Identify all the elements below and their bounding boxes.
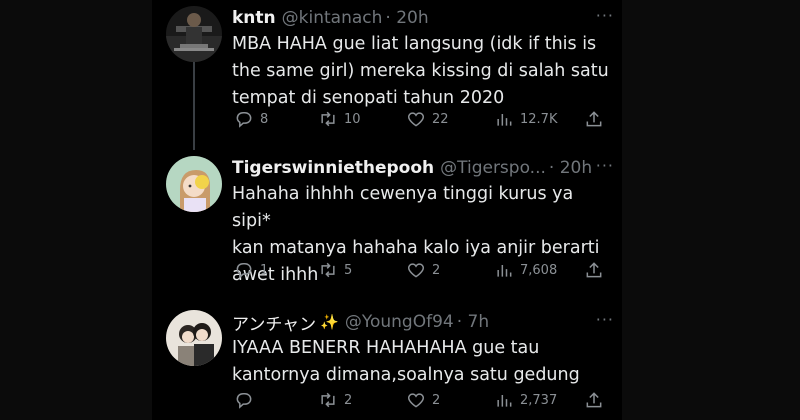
reply-count: 1 [260,262,269,278]
retweet-icon [321,392,335,408]
share-icon [586,262,602,278]
views-icon [497,265,512,277]
share-button[interactable] [584,390,610,410]
like-count: 2 [432,262,441,278]
more-options-icon[interactable]: ··· [596,156,614,175]
share-icon [586,392,602,408]
retweet-count: 10 [344,111,361,127]
reply-count: 8 [260,111,269,127]
reply-icon [236,112,252,128]
timestamp[interactable]: · 20h [385,8,428,28]
view-count: 7,608 [520,262,558,278]
tweet-youngof94[interactable]: アンチャン ✨ @YoungOf94 · 7h ··· IYAAA BENERR… [166,310,622,420]
tweet-text: IYAAA BENERR HAHAHAHA gue tau kantornya … [232,338,580,385]
heart-icon [407,112,425,127]
reply-button[interactable]: 8 [234,109,268,129]
more-options-icon[interactable]: ··· [596,310,614,329]
tweet-kntn[interactable]: kntn @kintanach · 20h ··· MBA HAHA gue l… [166,6,622,136]
share-button[interactable] [584,109,610,129]
avatar[interactable] [166,6,222,62]
reply-icon [236,393,252,409]
views-icon [497,114,512,126]
tweet-tigerswinniethepooh[interactable]: Tigerswinniethepooh @Tigerspo... · 20h ·… [166,156,622,290]
reply-button[interactable]: 1 [234,260,268,280]
retweet-icon [321,111,335,127]
reply-thread: kntn @kintanach · 20h ··· MBA HAHA gue l… [152,0,622,420]
tweet-text: MBA HAHA gue liat langsung (idk if this … [232,34,609,108]
sparkles-icon: ✨ [320,313,339,331]
retweet-button[interactable]: 5 [318,260,352,280]
display-name[interactable]: Tigerswinniethepooh [232,158,434,178]
heart-icon [407,393,425,408]
action-bar: 8 10 22 12.7K [234,109,606,131]
display-name[interactable]: アンチャン [232,310,316,335]
like-count: 22 [432,111,449,127]
retweet-button[interactable]: 2 [318,390,352,410]
more-options-icon[interactable]: ··· [596,6,614,25]
view-count: 2,737 [520,392,558,408]
like-button[interactable]: 2 [406,390,440,410]
share-icon [586,111,602,127]
views-button[interactable]: 7,608 [494,260,557,280]
user-handle[interactable]: @YoungOf94 [345,312,454,332]
retweet-button[interactable]: 10 [318,109,361,129]
display-name[interactable]: kntn [232,8,276,28]
like-button[interactable]: 22 [406,109,449,129]
action-bar: 2 2 2,737 [234,390,606,412]
views-icon [497,395,512,407]
retweet-count: 5 [344,262,353,278]
like-button[interactable]: 2 [406,260,440,280]
heart-icon [407,263,425,278]
user-handle[interactable]: @Tigerspo... [440,158,546,178]
timestamp[interactable]: · 7h [457,312,489,332]
view-count: 12.7K [520,111,558,127]
avatar[interactable] [166,310,222,366]
views-button[interactable]: 12.7K [494,109,557,129]
avatar[interactable] [166,156,222,212]
retweet-count: 2 [344,392,353,408]
reply-button[interactable] [234,390,260,410]
action-bar: 1 5 2 7,608 [234,260,606,282]
share-button[interactable] [584,260,610,280]
reply-icon [236,263,252,279]
like-count: 2 [432,392,441,408]
timestamp[interactable]: · 20h [549,158,592,178]
user-handle[interactable]: @kintanach [282,8,383,28]
views-button[interactable]: 2,737 [494,390,557,410]
retweet-icon [321,262,335,278]
